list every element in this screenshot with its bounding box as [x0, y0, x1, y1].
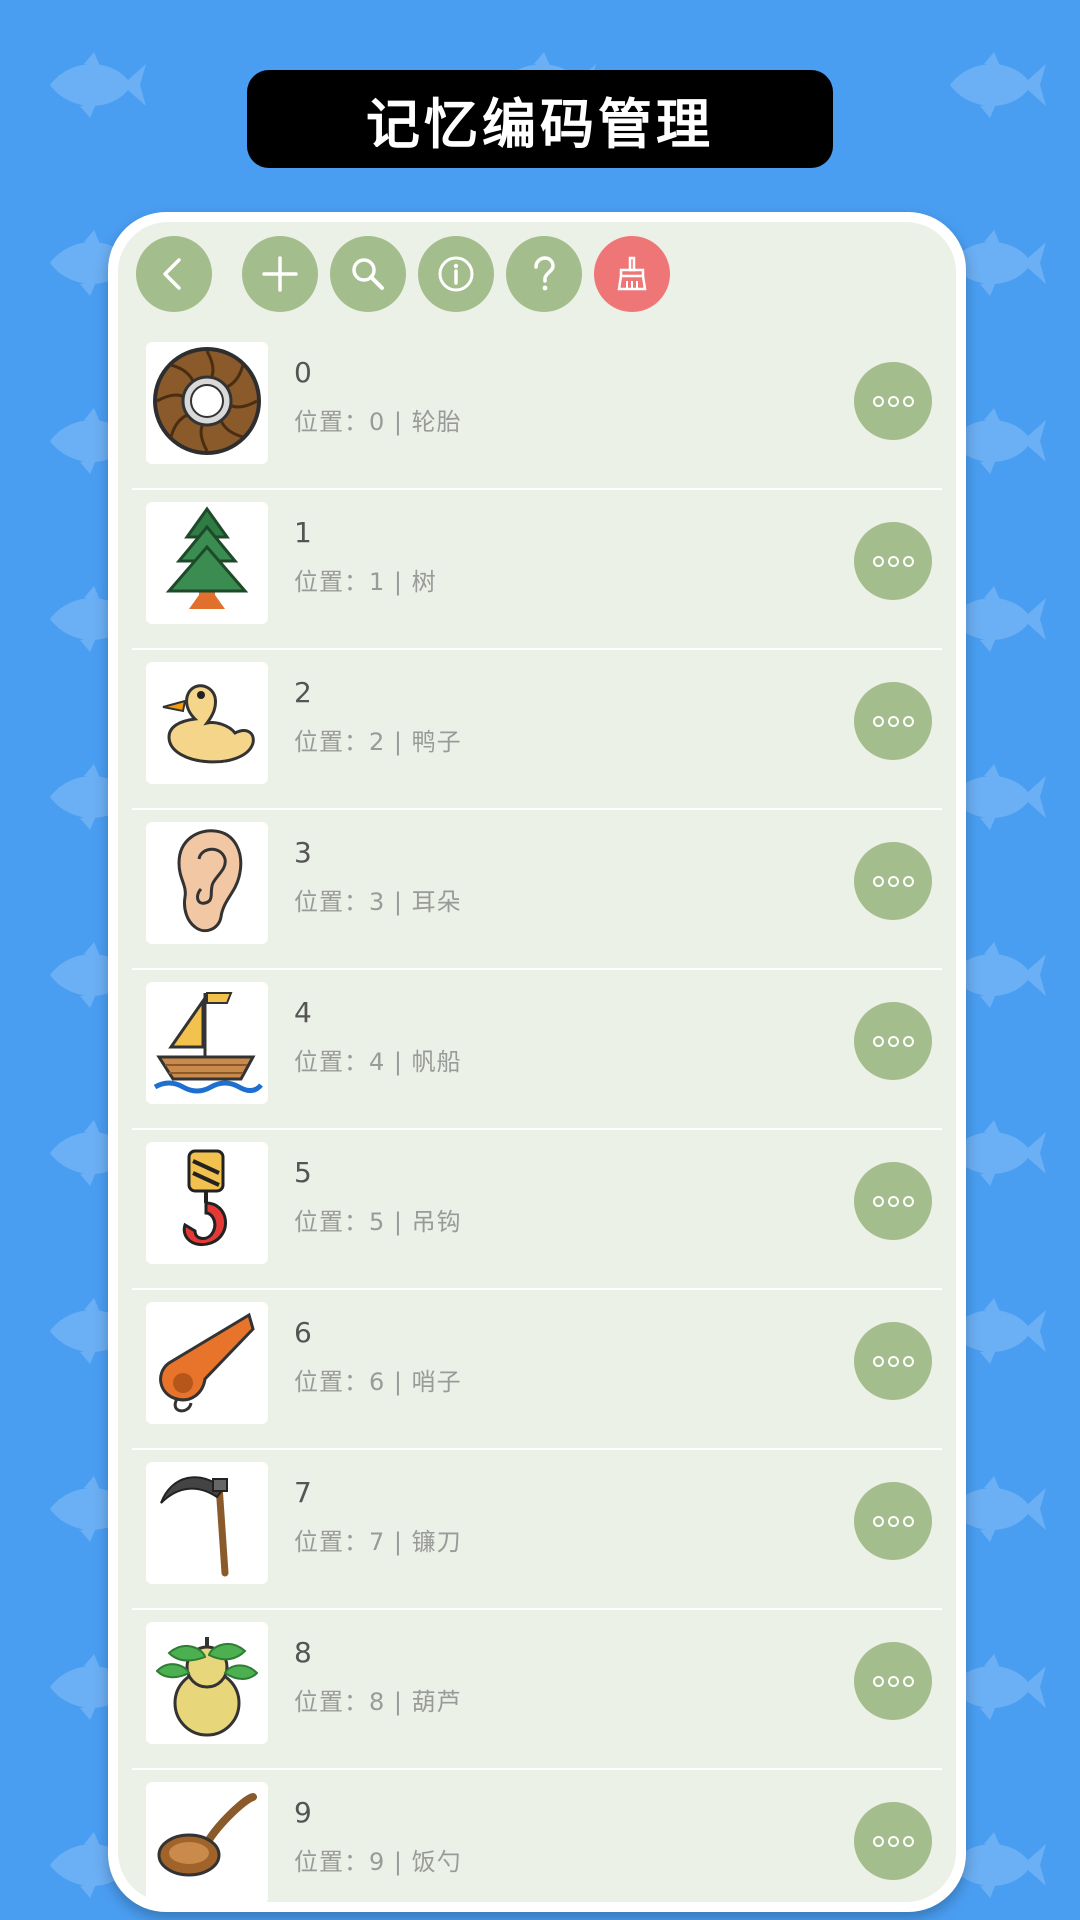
- item-image: [146, 342, 268, 464]
- item-image: [146, 1142, 268, 1264]
- info-button[interactable]: [418, 236, 494, 312]
- item-title: 8: [294, 1636, 312, 1669]
- ladle-icon: [149, 1783, 265, 1902]
- gourd-icon: [149, 1623, 265, 1743]
- code-list: 0 位置：0 | 轮胎 1 位置：1 | 树 2 位置：2 | 鸭子 3 位置：3 | 耳朵 4…: [118, 330, 956, 1902]
- item-image: [146, 1302, 268, 1424]
- item-subtitle: 位置：2 | 鸭子: [294, 728, 462, 756]
- more-button[interactable]: [854, 1642, 932, 1720]
- list-item[interactable]: 4 位置：4 | 帆船: [132, 970, 942, 1130]
- item-subtitle: 位置：8 | 葫芦: [294, 1688, 462, 1716]
- tree-icon: [149, 503, 265, 623]
- item-image: [146, 822, 268, 944]
- list-item[interactable]: 5 位置：5 | 吊钩: [132, 1130, 942, 1290]
- item-title: 4: [294, 996, 312, 1029]
- more-button[interactable]: [854, 1162, 932, 1240]
- item-title: 5: [294, 1156, 312, 1189]
- item-subtitle: 位置：9 | 饭勺: [294, 1848, 462, 1876]
- back-button[interactable]: [136, 236, 212, 312]
- item-image: [146, 1782, 268, 1902]
- more-icon: [872, 1195, 914, 1207]
- list-item[interactable]: 9 位置：9 | 饭勺: [132, 1770, 942, 1902]
- item-title: 0: [294, 356, 312, 389]
- item-title: 3: [294, 836, 312, 869]
- item-title: 9: [294, 1796, 312, 1829]
- item-subtitle: 位置：3 | 耳朵: [294, 888, 462, 916]
- toolbar: [136, 236, 682, 312]
- page-title: 记忆编码管理: [247, 70, 833, 168]
- search-button[interactable]: [330, 236, 406, 312]
- item-subtitle: 位置：5 | 吊钩: [294, 1208, 462, 1236]
- duck-icon: [149, 663, 265, 783]
- info-icon: [438, 256, 474, 292]
- more-icon: [872, 555, 914, 567]
- add-button[interactable]: [242, 236, 318, 312]
- list-item[interactable]: 8 位置：8 | 葫芦: [132, 1610, 942, 1770]
- more-button[interactable]: [854, 842, 932, 920]
- sailboat-icon: [149, 983, 265, 1103]
- item-title: 6: [294, 1316, 312, 1349]
- phone-frame: 0 位置：0 | 轮胎 1 位置：1 | 树 2 位置：2 | 鸭子 3 位置：3 | 耳朵 4…: [108, 212, 966, 1912]
- help-icon: [534, 256, 555, 291]
- help-button[interactable]: [506, 236, 582, 312]
- more-button[interactable]: [854, 362, 932, 440]
- more-button[interactable]: [854, 682, 932, 760]
- clear-button[interactable]: [594, 236, 670, 312]
- item-title: 2: [294, 676, 312, 709]
- more-icon: [872, 1035, 914, 1047]
- whistle-icon: [149, 1303, 265, 1423]
- item-subtitle: 位置：6 | 哨子: [294, 1368, 462, 1396]
- item-image: [146, 502, 268, 624]
- fish-decoration: [940, 50, 1050, 124]
- more-icon: [872, 395, 914, 407]
- hook-icon: [149, 1143, 265, 1263]
- broom-icon: [617, 256, 647, 291]
- more-button[interactable]: [854, 1482, 932, 1560]
- list-item[interactable]: 7 位置：7 | 镰刀: [132, 1450, 942, 1610]
- more-icon: [872, 1675, 914, 1687]
- ear-icon: [149, 823, 265, 943]
- item-subtitle: 位置：0 | 轮胎: [294, 408, 462, 436]
- item-subtitle: 位置：7 | 镰刀: [294, 1528, 462, 1556]
- item-title: 1: [294, 516, 312, 549]
- search-icon: [352, 258, 384, 290]
- item-image: [146, 1622, 268, 1744]
- list-item[interactable]: 0 位置：0 | 轮胎: [132, 330, 942, 490]
- more-button[interactable]: [854, 1002, 932, 1080]
- more-icon: [872, 1515, 914, 1527]
- more-icon: [872, 715, 914, 727]
- more-icon: [872, 1355, 914, 1367]
- item-subtitle: 位置：4 | 帆船: [294, 1048, 462, 1076]
- item-subtitle: 位置：1 | 树: [294, 568, 437, 596]
- more-button[interactable]: [854, 1802, 932, 1880]
- screen: 0 位置：0 | 轮胎 1 位置：1 | 树 2 位置：2 | 鸭子 3 位置：3 | 耳朵 4…: [118, 222, 956, 1902]
- item-title: 7: [294, 1476, 312, 1509]
- fish-decoration: [40, 50, 150, 124]
- list-item[interactable]: 1 位置：1 | 树: [132, 490, 942, 650]
- more-icon: [872, 875, 914, 887]
- list-item[interactable]: 3 位置：3 | 耳朵: [132, 810, 942, 970]
- plus-icon: [262, 256, 298, 292]
- tire-icon: [149, 343, 265, 463]
- more-button[interactable]: [854, 522, 932, 600]
- list-item[interactable]: 6 位置：6 | 哨子: [132, 1290, 942, 1450]
- item-image: [146, 1462, 268, 1584]
- more-icon: [872, 1835, 914, 1847]
- item-image: [146, 982, 268, 1104]
- more-button[interactable]: [854, 1322, 932, 1400]
- back-icon: [163, 258, 181, 290]
- list-item[interactable]: 2 位置：2 | 鸭子: [132, 650, 942, 810]
- sickle-icon: [149, 1463, 265, 1583]
- item-image: [146, 662, 268, 784]
